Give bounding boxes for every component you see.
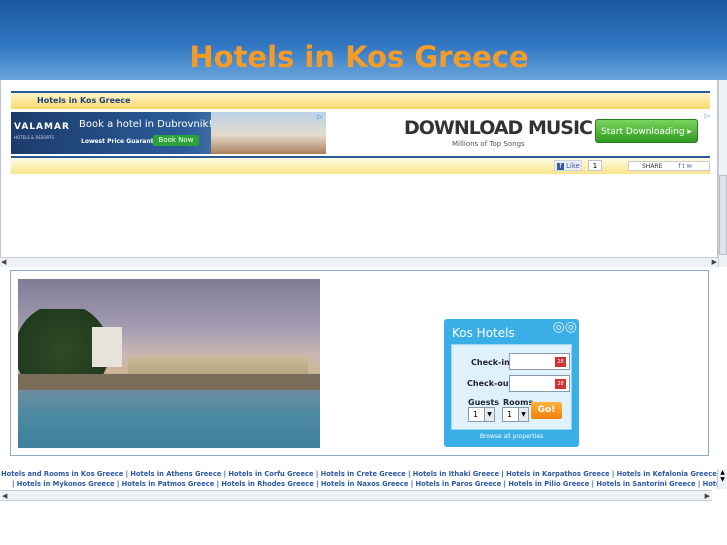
- scroll-down-icon[interactable]: ▼: [720, 476, 725, 483]
- photo-beach: [18, 374, 320, 390]
- scroll-left-icon[interactable]: ◀: [2, 492, 7, 500]
- adchoices-icon[interactable]: ▷: [317, 113, 325, 121]
- header: Hotels in Kos Greece: [0, 0, 727, 80]
- social-bar: f Like 1 SHARE f t ✉: [11, 156, 710, 174]
- facebook-like-button[interactable]: f Like: [554, 160, 582, 171]
- page-title: Hotels in Kos Greece: [189, 40, 529, 74]
- ad-headline: Book a hotel in Dubrovnik!: [79, 119, 213, 130]
- facebook-icon: f: [557, 163, 564, 170]
- scroll-up-icon[interactable]: ▲: [720, 469, 725, 476]
- top-frame-vertical-scrollbar[interactable]: [718, 80, 727, 267]
- top-frame: Hotels in Kos Greece VALAMAR HOTELS & RE…: [0, 80, 718, 267]
- links-vertical-scrollbar[interactable]: ▲ ▼: [717, 469, 727, 489]
- ad-row: VALAMAR HOTELS & RESORTS Book a hotel in…: [11, 112, 710, 157]
- scrollbar-thumb[interactable]: [719, 175, 727, 255]
- start-downloading-label: Start Downloading: [601, 127, 685, 137]
- rooms-select[interactable]: 1 ▼: [502, 407, 529, 422]
- share-button[interactable]: SHARE f t ✉: [628, 161, 710, 171]
- widget-title: Kos Hotels: [452, 326, 515, 340]
- music-ad-headline: DOWNLOAD MUSIC: [404, 117, 593, 139]
- city-photo: [211, 112, 326, 154]
- scroll-right-icon[interactable]: ▶: [705, 492, 710, 500]
- kos-beach-photo: [18, 279, 320, 448]
- checkin-label: Check-in: [471, 358, 510, 367]
- scroll-right-icon[interactable]: ▶: [712, 258, 717, 266]
- calendar-icon[interactable]: 28: [555, 379, 566, 389]
- dubrovnik-ad-banner[interactable]: VALAMAR HOTELS & RESORTS Book a hotel in…: [11, 112, 326, 154]
- hotel-search-widget: Kos Hotels ◎◎ Check-in 28 Check-out 28 G…: [444, 319, 579, 447]
- guests-select[interactable]: 1 ▼: [468, 407, 495, 422]
- nav-bar: Hotels in Kos Greece: [11, 91, 710, 109]
- chevron-down-icon[interactable]: ▼: [484, 408, 494, 421]
- rooms-value: 1: [507, 410, 513, 419]
- go-button[interactable]: Go!: [531, 402, 562, 419]
- browse-all-link[interactable]: Browse all properties: [444, 433, 579, 440]
- like-label: Like: [566, 162, 580, 170]
- photo-building: [92, 327, 122, 367]
- valamar-logo: VALAMAR: [14, 122, 70, 132]
- chevron-down-icon[interactable]: ▼: [518, 408, 528, 421]
- calendar-icon[interactable]: 28: [555, 357, 566, 367]
- rooms-label: Rooms: [503, 398, 534, 407]
- decorative-circles-icon: ◎◎: [552, 319, 577, 335]
- city-links-line-1[interactable]: Hotels and Rooms in Kos Greece | Hotels …: [1, 470, 718, 478]
- city-links-area: Hotels and Rooms in Kos Greece | Hotels …: [0, 469, 718, 489]
- ad-guarantee: Lowest Price Guarantee!: [81, 138, 165, 145]
- links-horizontal-scrollbar[interactable]: ◀ ▶: [0, 490, 712, 501]
- start-downloading-button[interactable]: Start Downloading ▸: [595, 119, 698, 143]
- book-now-button[interactable]: Book Now: [153, 135, 199, 146]
- share-label: SHARE: [642, 163, 663, 170]
- nav-link-kos[interactable]: Hotels in Kos Greece: [37, 96, 131, 105]
- content-box: Kos Hotels ◎◎ Check-in 28 Check-out 28 G…: [10, 270, 709, 456]
- scroll-left-icon[interactable]: ◀: [1, 258, 6, 266]
- checkout-label: Check-out: [467, 379, 513, 388]
- checkin-input[interactable]: 28: [509, 353, 570, 370]
- top-frame-horizontal-scrollbar[interactable]: ◀ ▶: [0, 257, 718, 267]
- music-ad-subline: Millions of Top Songs: [452, 140, 525, 148]
- like-count: 1: [588, 160, 602, 171]
- guests-label: Guests: [468, 398, 500, 407]
- adchoices-icon[interactable]: ▷: [705, 112, 710, 120]
- checkout-input[interactable]: 28: [509, 375, 570, 392]
- music-ad-banner[interactable]: DOWNLOAD MUSIC Millions of Top Songs Sta…: [396, 112, 710, 154]
- share-icons: f t ✉: [678, 163, 692, 170]
- guests-value: 1: [473, 410, 479, 419]
- valamar-logo-sub: HOTELS & RESORTS: [14, 135, 55, 140]
- city-links-line-2[interactable]: | Hotels in Mykonos Greece | Hotels in P…: [12, 480, 718, 488]
